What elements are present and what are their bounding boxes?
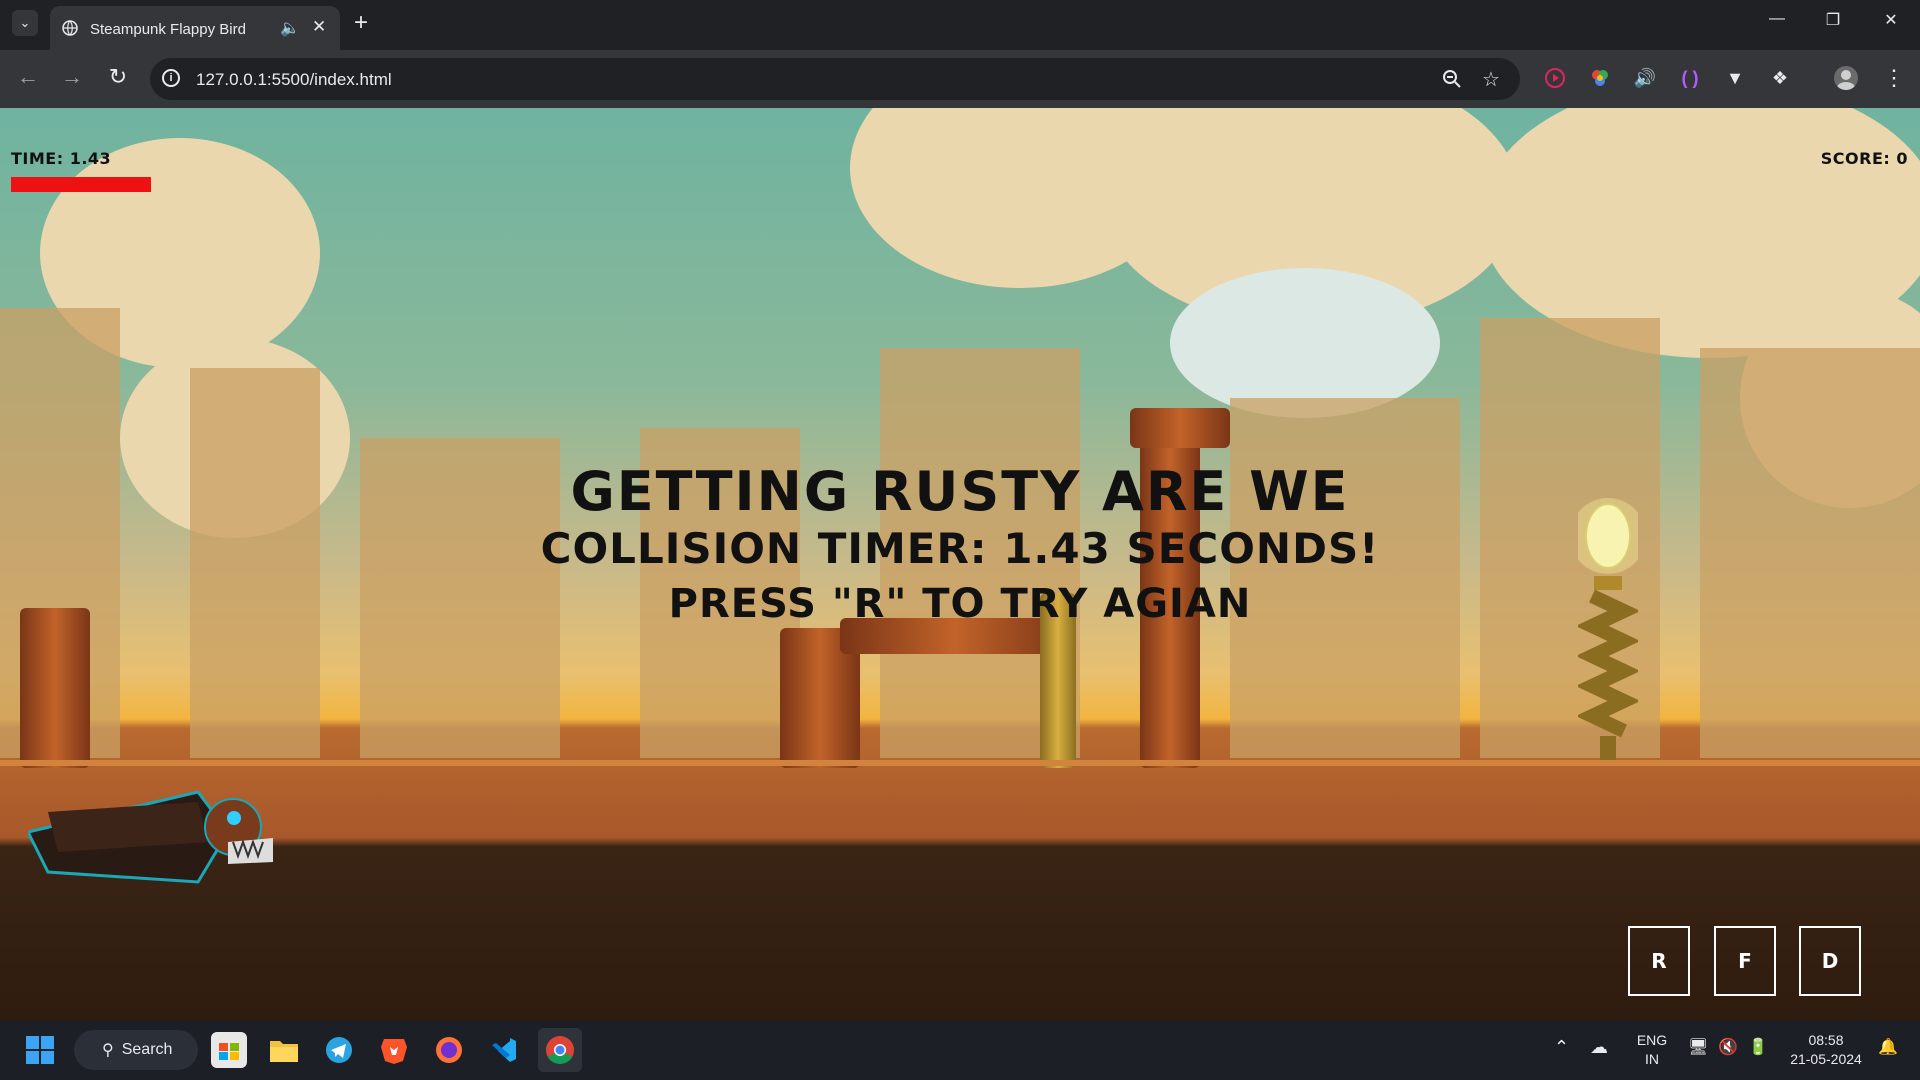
collision-timer-text: COLLISION TIMER: 1.43 SECONDS! (540, 524, 1380, 573)
reload-icon[interactable]: ↻ (104, 64, 132, 90)
vscode-icon[interactable] (486, 1032, 522, 1068)
back-icon[interactable]: ← (14, 64, 42, 90)
language-indicator[interactable]: ENG IN (1634, 1031, 1670, 1069)
tab-title: Steampunk Flappy Bird (90, 21, 246, 38)
site-info-icon[interactable]: i (162, 69, 180, 87)
time-bar (11, 177, 151, 192)
taskbar-search[interactable]: ⚲ Search (74, 1030, 198, 1070)
game-canvas[interactable]: TIME: 1.43 SCORE: 0 GETTING RUSTY ARE WE… (0, 108, 1920, 1020)
score-label: SCORE: 0 (1820, 149, 1908, 168)
steampunk-bird (28, 790, 273, 884)
tab-strip: ⌄ Steampunk Flappy Bird 🔈 ✕ + — ❐ ✕ (0, 0, 1920, 50)
steam-pipe (1130, 408, 1230, 448)
mute-volume-icon[interactable]: 🔇 (1718, 1038, 1738, 1057)
profile-avatar[interactable] (1834, 66, 1858, 90)
brave-icon[interactable] (376, 1032, 412, 1068)
bookmark-star-icon[interactable]: ☆ (1482, 67, 1500, 92)
windows-start-icon[interactable] (22, 1032, 58, 1068)
onedrive-cloud-icon[interactable]: ☁ (1590, 1038, 1608, 1057)
minimize-icon[interactable]: — (1762, 10, 1792, 28)
chevron-up-icon[interactable]: ⌃ (1554, 1038, 1569, 1057)
network-icon[interactable]: 🖥 (1688, 1038, 1708, 1057)
clock-time: 08:58 (1808, 1032, 1844, 1048)
taskbar: ⚲ Search ⌃ ☁ ENG IN 🖥 🔇 🔋 08:58 21-05-20… (0, 1020, 1920, 1080)
clock-date: 21-05-2024 (1790, 1051, 1862, 1067)
ground-edge (0, 760, 1920, 766)
extension-brackets-icon[interactable]: ( ) (1678, 66, 1702, 90)
language-code: ENG (1636, 1032, 1668, 1048)
file-explorer-icon[interactable] (266, 1032, 302, 1068)
store-icon[interactable] (211, 1032, 247, 1068)
forward-icon[interactable]: → (58, 64, 86, 90)
extension-volume-icon[interactable]: 🔊 (1633, 66, 1657, 90)
audio-icon[interactable]: 🔈 (280, 18, 300, 38)
extension-v-icon[interactable]: ▼ (1723, 66, 1747, 90)
extension-color-icon[interactable] (1588, 66, 1612, 90)
restore-icon[interactable]: ❐ (1818, 10, 1848, 30)
time-label: TIME: 1.43 (11, 149, 112, 168)
restart-key-button[interactable]: R (1628, 926, 1690, 996)
firefox-icon[interactable] (431, 1032, 467, 1068)
game-over-title: GETTING RUSTY ARE WE (570, 460, 1350, 523)
f-key-button[interactable]: F (1714, 926, 1776, 996)
search-label: Search (121, 1041, 173, 1058)
telegram-icon[interactable] (321, 1032, 357, 1068)
region-code: IN (1645, 1051, 1659, 1067)
notification-bell-icon[interactable]: 🔔 (1878, 1038, 1898, 1057)
close-icon[interactable]: ✕ (312, 17, 326, 37)
city-building (1230, 398, 1460, 758)
steam-pipe (20, 608, 90, 768)
browser-tab[interactable]: Steampunk Flappy Bird 🔈 ✕ (50, 6, 340, 50)
close-window-icon[interactable]: ✕ (1876, 10, 1906, 30)
menu-icon[interactable]: ⋮ (1882, 65, 1906, 90)
clock[interactable]: 08:58 21-05-2024 (1786, 1031, 1866, 1069)
retry-instruction: PRESS "R" TO TRY AGIAN (668, 581, 1252, 627)
url-text[interactable]: 127.0.0.1:5500/index.html (196, 70, 392, 90)
battery-icon[interactable]: 🔋 (1748, 1038, 1768, 1057)
new-tab-icon[interactable]: + (354, 9, 368, 37)
extension-record-icon[interactable] (1543, 66, 1567, 90)
chrome-icon[interactable] (538, 1028, 582, 1072)
address-bar[interactable]: i 127.0.0.1:5500/index.html ☆ (150, 58, 1520, 100)
browser-toolbar: ← → ↻ i 127.0.0.1:5500/index.html ☆ 🔊 ( … (0, 50, 1920, 108)
search-icon: ⚲ (102, 1042, 114, 1059)
extensions-puzzle-icon[interactable]: ❖ (1768, 66, 1792, 90)
white-cloud (1170, 268, 1440, 418)
favicon-globe-icon (62, 20, 78, 36)
tab-search-icon[interactable]: ⌄ (12, 10, 38, 36)
zoom-icon[interactable] (1442, 69, 1462, 89)
d-key-button[interactable]: D (1799, 926, 1861, 996)
